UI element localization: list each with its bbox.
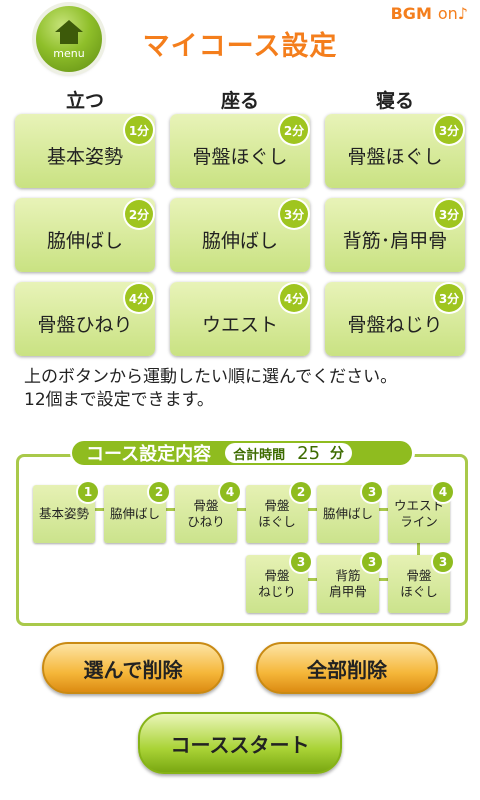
slot-minutes-badge: 1 [78, 482, 98, 502]
course-slot-label: 骨盤 ねじり [258, 568, 296, 599]
bgm-state: on♪ [437, 4, 468, 23]
exercise-label: 骨盤ほぐし [347, 145, 443, 168]
total-time-value: 25 [297, 442, 321, 464]
course-start-button[interactable]: コーススタート [138, 712, 342, 774]
slot-minutes-badge: 4 [433, 482, 453, 502]
exercise-button[interactable]: 骨盤ほぐし 2分 [170, 114, 310, 188]
duration-badge: 3分 [280, 200, 308, 228]
slot-minutes-badge: 2 [291, 482, 311, 502]
exercise-label: 骨盤ほぐし [192, 145, 288, 168]
category-sitting: 座る [220, 90, 259, 112]
delete-all-button[interactable]: 全部削除 [256, 642, 438, 694]
exercise-label: ウエスト [201, 313, 278, 336]
slot-minutes-badge: 3 [362, 482, 382, 502]
course-slot[interactable]: 骨盤 ねじり 3 [246, 552, 311, 613]
course-slot-label: ウエスト ライン [393, 498, 444, 529]
exercise-button[interactable]: 脇伸ばし 2分 [15, 198, 155, 272]
exercise-label: 基本姿勢 [46, 145, 123, 168]
course-slot[interactable]: ウエスト ライン 4 [388, 482, 453, 543]
course-slot-label: 骨盤 ほぐし [400, 568, 438, 599]
course-slot[interactable]: 骨盤 ひねり 4 [175, 482, 240, 543]
exercise-button[interactable]: ウエスト 4分 [170, 282, 310, 356]
exercise-button[interactable]: 基本姿勢 1分 [15, 114, 155, 188]
category-lying: 寝る [375, 90, 414, 112]
duration-badge: 4分 [280, 284, 308, 312]
total-time-unit: 分 [330, 446, 345, 462]
exercise-button[interactable]: 骨盤ほぐし 3分 [325, 114, 465, 188]
category-standing: 立つ [65, 90, 104, 112]
bgm-toggle[interactable]: BGM on♪ [391, 4, 468, 23]
slot-minutes-badge: 3 [362, 552, 382, 572]
course-slot[interactable]: 基本姿勢 1 [33, 482, 98, 543]
bgm-label: BGM [390, 4, 432, 23]
course-slot-label: 背筋 肩甲骨 [329, 568, 367, 599]
page-title: マイコース設定 [142, 31, 338, 62]
duration-badge: 3分 [435, 200, 463, 228]
slot-minutes-badge: 4 [220, 482, 240, 502]
slot-minutes-badge: 3 [291, 552, 311, 572]
exercise-button[interactable]: 背筋･肩甲骨 3分 [325, 198, 465, 272]
course-slot[interactable]: 骨盤 ほぐし 2 [246, 482, 311, 543]
exercise-label: 骨盤ねじり [347, 313, 443, 336]
course-slot-label: 骨盤 ほぐし [258, 498, 296, 529]
course-panel-title: コース設定内容 [86, 444, 212, 465]
total-time-label: 合計時間 [233, 447, 286, 463]
course-slot-label: 基本姿勢 [38, 506, 89, 521]
course-panel-header: コース設定内容 合計時間 25 分 [72, 441, 412, 465]
course-slot-label: 脇伸ばし [322, 506, 373, 521]
exercise-button[interactable]: 脇伸ばし 3分 [170, 198, 310, 272]
exercise-label: 骨盤ひねり [37, 313, 133, 336]
select-delete-button[interactable]: 選んで削除 [42, 642, 224, 694]
course-slot[interactable]: 背筋 肩甲骨 3 [317, 552, 382, 613]
slot-connector [417, 543, 420, 555]
course-slot[interactable]: 骨盤 ほぐし 3 [388, 552, 453, 613]
instruction-line: 上のボタンから運動したい順に選んでください。 [24, 367, 398, 387]
course-slot-label: 脇伸ばし [109, 506, 160, 521]
duration-badge: 2分 [280, 116, 308, 144]
instructions: 上のボタンから運動したい順に選んでください。 12個まで設定できます。 [24, 366, 474, 412]
course-slot[interactable]: 脇伸ばし 2 [104, 482, 169, 543]
total-time: 合計時間 25 分 [225, 442, 353, 464]
slot-minutes-badge: 3 [433, 552, 453, 572]
course-slot[interactable]: 脇伸ばし 3 [317, 482, 382, 543]
course-slot-label: 骨盤 ひねり [187, 498, 225, 529]
exercise-button[interactable]: 骨盤ひねり 4分 [15, 282, 155, 356]
duration-badge: 2分 [125, 200, 153, 228]
duration-badge: 1分 [125, 116, 153, 144]
duration-badge: 3分 [435, 116, 463, 144]
exercise-button[interactable]: 骨盤ねじり 3分 [325, 282, 465, 356]
exercise-label: 脇伸ばし [46, 229, 123, 252]
duration-badge: 3分 [435, 284, 463, 312]
instruction-line: 12個まで設定できます。 [24, 390, 214, 410]
exercise-label: 背筋･肩甲骨 [342, 229, 448, 252]
exercise-label: 脇伸ばし [201, 229, 278, 252]
duration-badge: 4分 [125, 284, 153, 312]
slot-minutes-badge: 2 [149, 482, 169, 502]
